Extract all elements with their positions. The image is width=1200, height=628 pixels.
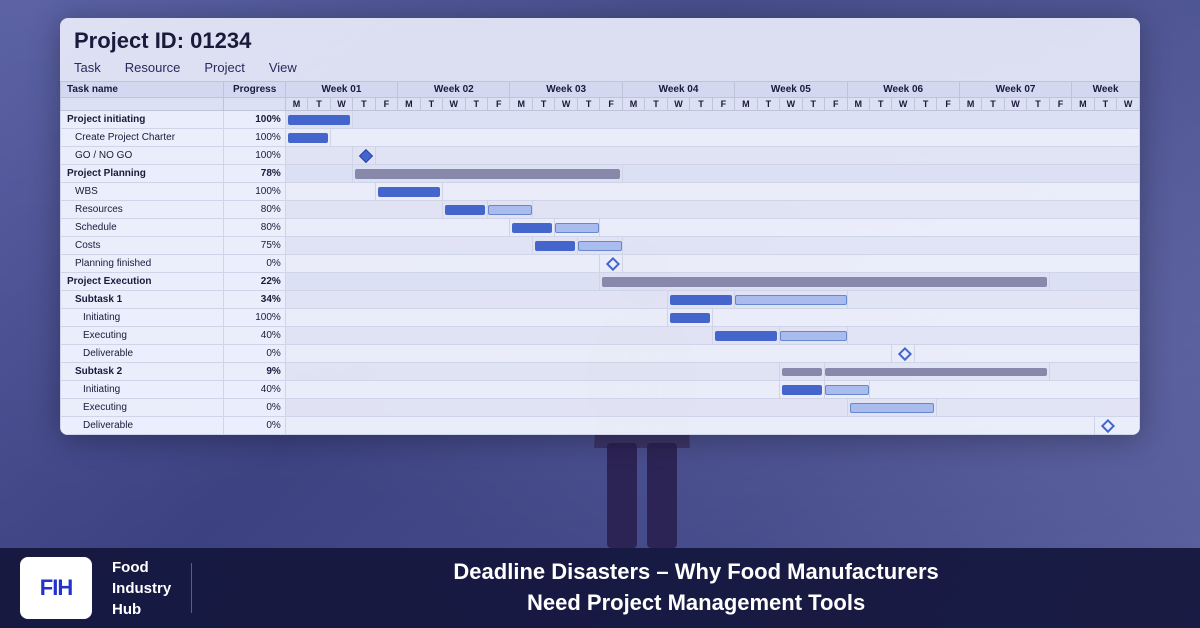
table-row: Planning finished 0%: [61, 255, 1140, 273]
company-name: Food Industry Hub: [112, 557, 171, 620]
week-more: Week: [1072, 82, 1140, 98]
week-04: Week 04: [622, 82, 734, 98]
table-row: Create Project Charter 100%: [61, 129, 1140, 147]
week-05: Week 05: [735, 82, 847, 98]
gantt-table: Task name Progress Week 01 Week 02 Week …: [60, 81, 1140, 435]
table-row: Subtask 1 34%: [61, 291, 1140, 309]
table-row: Executing 40%: [61, 327, 1140, 345]
logo-text: FIH: [40, 575, 72, 601]
menu-task[interactable]: Task: [74, 60, 101, 75]
week-07: Week 07: [959, 82, 1071, 98]
project-id: Project ID: 01234: [60, 18, 1140, 58]
week-03: Week 03: [510, 82, 622, 98]
table-row: Project Execution 22%: [61, 273, 1140, 291]
table-row: Initiating 40%: [61, 381, 1140, 399]
logo-box: FIH: [20, 557, 92, 619]
table-row: Costs 75%: [61, 237, 1140, 255]
table-row: Schedule 80%: [61, 219, 1140, 237]
week-06: Week 06: [847, 82, 959, 98]
col-task-name: Task name: [61, 82, 224, 98]
divider: [191, 563, 192, 613]
menu-project[interactable]: Project: [204, 60, 244, 75]
table-row: Initiating 100%: [61, 309, 1140, 327]
table-row: Project initiating 100%: [61, 111, 1140, 129]
menu-view[interactable]: View: [269, 60, 297, 75]
week-header-row: Task name Progress Week 01 Week 02 Week …: [61, 82, 1140, 98]
gantt-panel: Project ID: 01234 Task Resource Project …: [60, 18, 1140, 435]
menu-bar: Task Resource Project View: [60, 58, 1140, 81]
headline: Deadline Disasters – Why Food Manufactur…: [212, 557, 1180, 619]
table-row: Deliverable 0%: [61, 417, 1140, 435]
table-row: Resources 80%: [61, 201, 1140, 219]
menu-resource[interactable]: Resource: [125, 60, 181, 75]
table-row: Executing 0%: [61, 399, 1140, 417]
day-header-row: MTWTF MTWTF MTWTF MTWTF MTWTF MTWTF MTWT…: [61, 98, 1140, 111]
week-01: Week 01: [285, 82, 397, 98]
week-02: Week 02: [398, 82, 510, 98]
table-row: Subtask 2 9%: [61, 363, 1140, 381]
col-progress: Progress: [224, 82, 285, 98]
bottom-bar: FIH Food Industry Hub Deadline Disasters…: [0, 548, 1200, 628]
table-row: Deliverable 0%: [61, 345, 1140, 363]
table-row: Project Planning 78%: [61, 165, 1140, 183]
table-row: WBS 100%: [61, 183, 1140, 201]
table-row: GO / NO GO 100%: [61, 147, 1140, 165]
